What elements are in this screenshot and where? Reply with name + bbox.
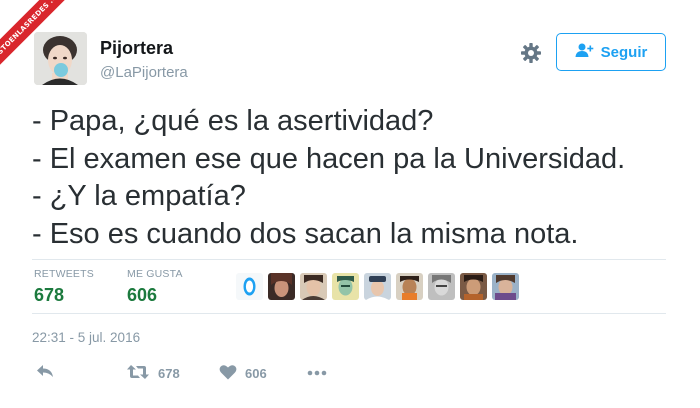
tweet-line: - El examen ese que hacen pa la Universi… — [32, 142, 626, 175]
tweet-text: - Papa, ¿qué es la asertividad? - El exa… — [32, 103, 672, 253]
retweets-label: RETWEETS — [34, 268, 94, 280]
retweets-stat[interactable]: RETWEETS 678 — [34, 268, 94, 306]
liker-avatar[interactable] — [428, 273, 455, 300]
more-button[interactable] — [307, 364, 327, 379]
liker-avatar[interactable] — [364, 273, 391, 300]
liker-avatars — [236, 273, 519, 300]
avatar-image — [34, 32, 87, 85]
liker-avatar[interactable] — [268, 273, 295, 300]
likes-stat[interactable]: ME GUSTA 606 — [127, 268, 183, 306]
tweet-line: - Papa, ¿qué es la asertividad? — [32, 105, 434, 137]
tweet-line: - ¿Y la empatía? — [32, 180, 246, 212]
like-button[interactable]: 606 — [219, 364, 267, 383]
follow-button[interactable]: Seguir — [556, 33, 666, 71]
liker-avatar[interactable] — [332, 273, 359, 300]
divider — [32, 259, 666, 260]
liker-avatar[interactable] — [396, 273, 423, 300]
liker-avatar[interactable] — [300, 273, 327, 300]
follow-button-label: Seguir — [600, 43, 648, 61]
tweet-timestamp[interactable]: 22:31 - 5 jul. 2016 — [32, 330, 140, 345]
heart-icon — [219, 364, 237, 383]
like-action-count: 606 — [245, 366, 267, 381]
retweets-count: 678 — [34, 285, 65, 305]
retweet-icon — [126, 364, 150, 383]
profile-name[interactable]: Pijortera — [100, 38, 173, 59]
likes-label: ME GUSTA — [127, 268, 183, 280]
profile-handle[interactable]: @LaPijortera — [100, 64, 188, 81]
tweet-line: - Eso es cuando dos sacan la misma nota. — [32, 217, 579, 250]
retweet-button[interactable]: 678 — [126, 364, 180, 383]
gear-icon[interactable] — [520, 42, 542, 64]
avatar[interactable] — [34, 32, 87, 85]
more-icon — [307, 364, 327, 379]
follow-user-icon — [575, 43, 595, 61]
divider — [32, 313, 666, 314]
liker-avatar[interactable] — [492, 273, 519, 300]
liker-avatar[interactable] — [460, 273, 487, 300]
reply-button[interactable] — [36, 364, 54, 381]
retweet-action-count: 678 — [158, 366, 180, 381]
liker-avatar[interactable] — [236, 273, 263, 300]
likes-count: 606 — [127, 285, 158, 305]
reply-icon — [36, 364, 54, 381]
